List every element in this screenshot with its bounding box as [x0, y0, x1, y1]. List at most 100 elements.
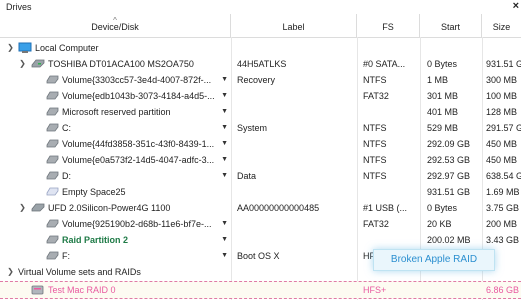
row-start: 292.53 GB	[427, 155, 471, 165]
column-header-label[interactable]: Label	[231, 14, 357, 37]
column-header-fs[interactable]: FS	[357, 14, 420, 37]
row-name: F:	[62, 251, 70, 261]
volume-icon	[46, 235, 59, 244]
volume-icon	[46, 123, 59, 132]
row-start: 0 Bytes	[427, 59, 458, 69]
row-fs	[358, 104, 423, 120]
chevron-down-icon[interactable]: ▼	[221, 120, 228, 136]
row-name: Microsoft reserved partition	[62, 107, 171, 117]
volume-icon	[46, 219, 59, 228]
row-name: C:	[62, 123, 71, 133]
row-label: AA00000000000485	[237, 203, 320, 213]
row-fs: NTFS	[363, 139, 387, 149]
row-size: 3.43 GB	[486, 235, 520, 245]
chevron-down-icon[interactable]: ❯	[18, 200, 27, 216]
row-size: 300 MB	[486, 75, 518, 85]
usb-disk-icon	[31, 203, 45, 212]
row-label: Recovery	[237, 75, 276, 85]
row-fs: #1 USB (...	[363, 203, 408, 213]
chevron-down-icon[interactable]: ▼	[221, 104, 228, 120]
row-name: Test Mac RAID 0	[48, 285, 116, 295]
row-fs: NTFS	[363, 123, 387, 133]
column-header-size-label: Size	[492, 22, 511, 32]
computer-icon	[18, 42, 32, 53]
row-label: Boot OS X	[237, 251, 280, 261]
chevron-down-icon[interactable]: ▼	[221, 88, 228, 104]
row-name: TOSHIBA DT01ACA100 MS2OA750	[48, 59, 194, 69]
row-size: 3.75 GB	[486, 203, 520, 213]
hard-disk-icon	[31, 59, 45, 68]
chevron-down-icon[interactable]: ▼	[221, 152, 228, 168]
volume-icon	[46, 75, 59, 84]
chevron-down-icon[interactable]: ▼	[221, 72, 228, 88]
column-header-start[interactable]: Start	[420, 14, 482, 37]
row-start: 292.09 GB	[427, 139, 471, 149]
tree-row-volume[interactable]: Microsoft reserved partition ▼ 401 MB 12…	[0, 104, 521, 120]
row-name: Volume{edb1043b-3073-4184-a4d5-...	[62, 91, 215, 101]
row-size: 1.69 MB	[486, 187, 520, 197]
row-start: 401 MB	[427, 107, 459, 117]
tree-row-disk[interactable]: ❯ UFD 2.0Silicon-Power4G 1100 AA00000000…	[0, 200, 521, 216]
chevron-down-icon[interactable]: ▼	[221, 168, 228, 184]
row-label	[232, 232, 322, 248]
volume-icon	[46, 155, 59, 164]
tree-row-volume[interactable]: D: ▼ Data NTFS 292.97 GB 638.54 GB	[0, 168, 521, 184]
row-label	[232, 216, 322, 232]
row-name: Volume{3303cc57-3e4d-4007-872f-...	[62, 75, 212, 85]
chevron-down-icon[interactable]: ▼	[221, 216, 228, 232]
column-header-start-label: Start	[440, 22, 460, 32]
row-size: 450 MB	[486, 155, 518, 165]
raid-icon	[31, 285, 44, 295]
row-label: 44H5ATLKS	[237, 59, 287, 69]
row-size: 100 MB	[486, 91, 518, 101]
row-fs: FAT32	[363, 91, 389, 101]
row-label	[232, 152, 322, 168]
row-start	[421, 282, 487, 298]
column-header-label-label: Label	[282, 22, 305, 32]
chevron-down-icon[interactable]: ❯	[18, 56, 27, 72]
row-name: Volume{44fd3858-351c-43f0-8439-1...	[62, 139, 215, 149]
row-fs: #0 SATA...	[363, 59, 406, 69]
row-label	[232, 282, 322, 298]
row-start: 301 MB	[427, 91, 459, 101]
tree-row-volume[interactable]: Volume{e0a573f2-14d5-4047-adfc-3... ▼ NT…	[0, 152, 521, 168]
column-header-size[interactable]: Size	[482, 14, 521, 37]
row-label	[232, 104, 322, 120]
tree-row-virtual-raid[interactable]: Test Mac RAID 0 HFS+ 6.86 GB	[0, 281, 521, 299]
tree-row-empty-space[interactable]: Empty Space25 931.51 GB 1.69 MB	[0, 184, 521, 200]
row-label	[232, 136, 322, 152]
row-label	[232, 88, 322, 104]
tree-row-volume[interactable]: C: ▼ System NTFS 529 MB 291.57 GB	[0, 120, 521, 136]
tree-row-volume[interactable]: Volume{3303cc57-3e4d-4007-872f-... ▼ Rec…	[0, 72, 521, 88]
row-size: 128 MB	[486, 107, 518, 117]
tree-row-local-computer[interactable]: ❯ Local Computer	[0, 40, 521, 56]
row-start: 292.97 GB	[427, 171, 471, 181]
row-start: 200.02 MB	[427, 235, 471, 245]
volume-icon	[46, 107, 59, 116]
chevron-down-icon[interactable]: ❯	[6, 40, 15, 56]
tree-row-volume[interactable]: Volume{edb1043b-3073-4184-a4d5-... ▼ FAT…	[0, 88, 521, 104]
row-fs: FAT32	[363, 219, 389, 229]
row-start: 20 KB	[427, 219, 452, 229]
chevron-down-icon[interactable]: ▼	[221, 248, 228, 264]
close-icon[interactable]: ×	[513, 0, 519, 12]
row-fs: HFS+	[363, 285, 387, 295]
chevron-down-icon[interactable]: ▼	[221, 136, 228, 152]
chevron-down-icon[interactable]: ❯	[6, 264, 15, 280]
row-fs: NTFS	[363, 75, 387, 85]
tree-row-raid-partition[interactable]: Raid Partition 2 ▼ 200.02 MB 3.43 GB	[0, 232, 521, 248]
tree-row-volume[interactable]: Volume{925190b2-d68b-11e6-bf7e-... ▼ FAT…	[0, 216, 521, 232]
row-start: 529 MB	[427, 123, 459, 133]
column-header-device[interactable]: ^ Device/Disk	[0, 14, 231, 37]
row-name: Virtual Volume sets and RAIDs	[18, 267, 141, 277]
chevron-down-icon[interactable]: ▼	[221, 232, 228, 248]
row-name: Local Computer	[35, 43, 99, 53]
row-start: 0 Bytes	[427, 203, 458, 213]
row-name: UFD 2.0Silicon-Power4G 1100	[48, 203, 171, 213]
sort-up-icon: ^	[113, 16, 117, 25]
empty-space-icon	[46, 187, 59, 196]
row-size: 931.51 GB	[486, 59, 521, 69]
tree-row-volume[interactable]: Volume{44fd3858-351c-43f0-8439-1... ▼ NT…	[0, 136, 521, 152]
row-size: 200 MB	[486, 219, 518, 229]
tree-row-disk[interactable]: ❯ TOSHIBA DT01ACA100 MS2OA750 44H5ATLKS …	[0, 56, 521, 72]
